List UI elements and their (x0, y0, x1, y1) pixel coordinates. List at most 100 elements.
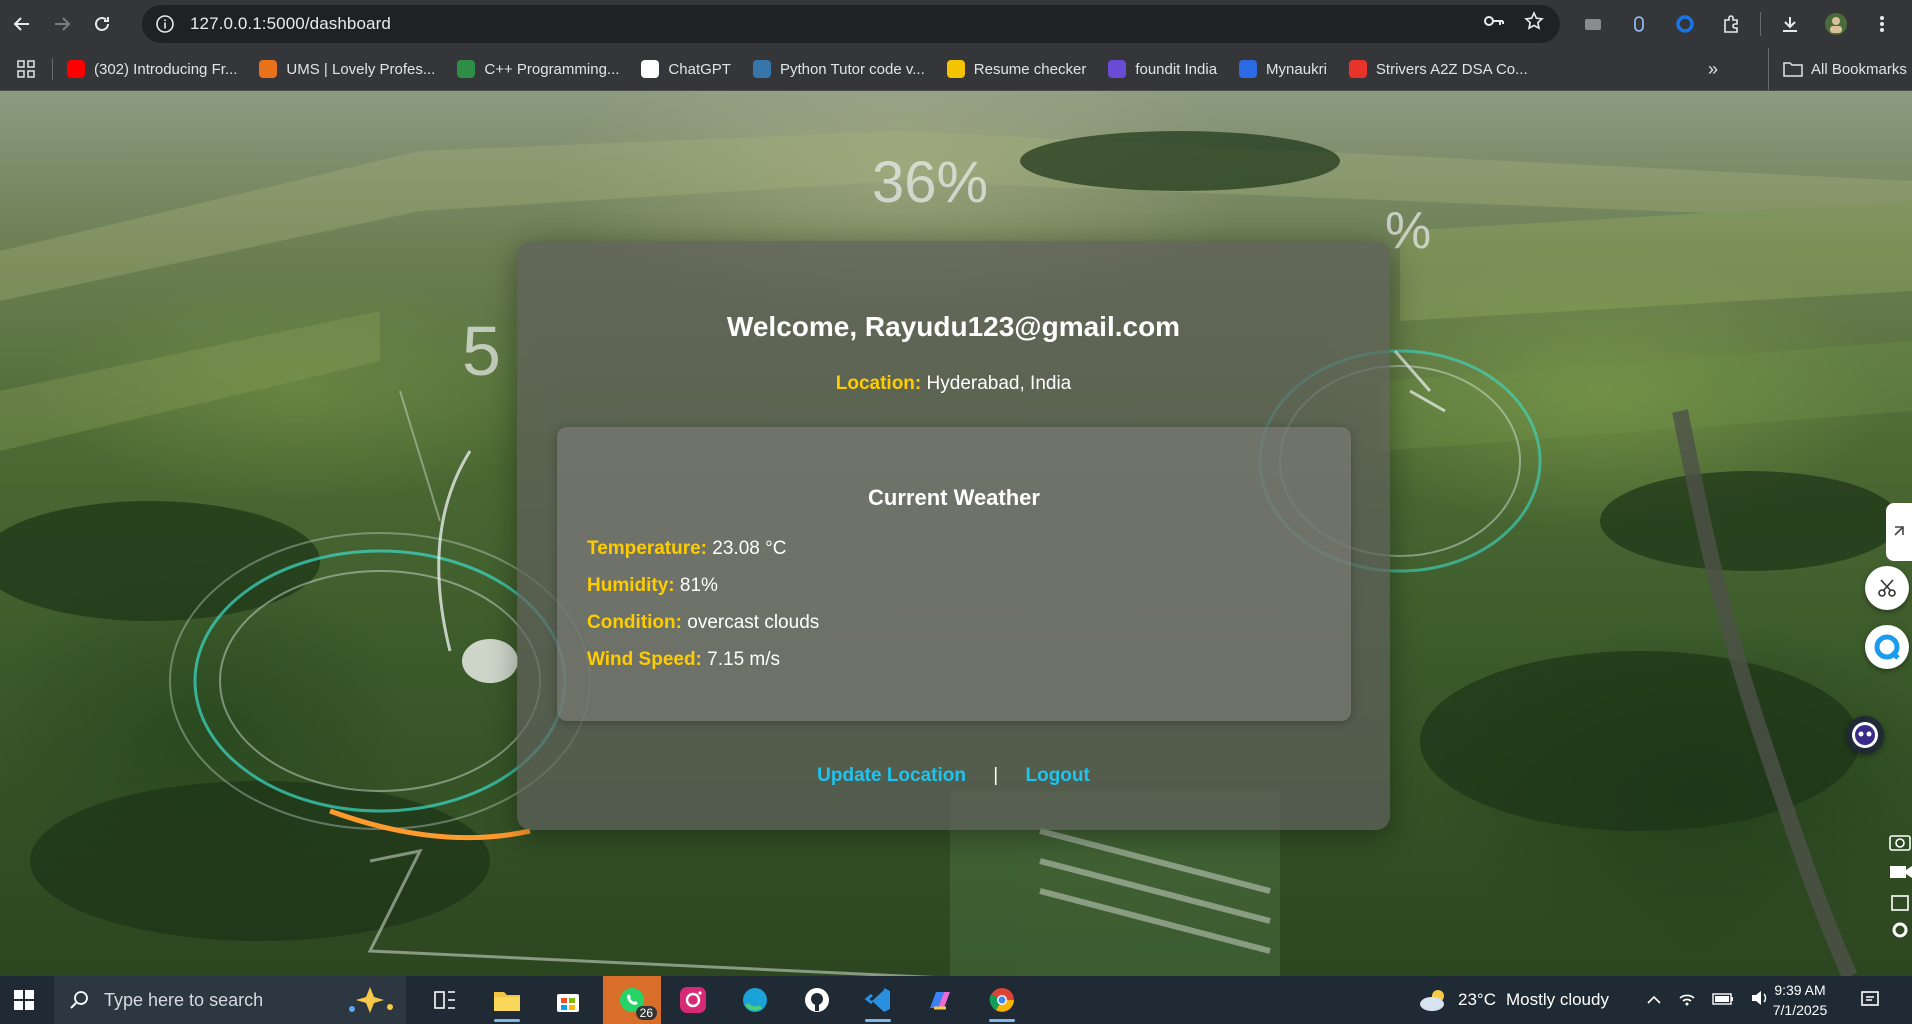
site-info-icon[interactable] (152, 11, 178, 37)
all-bookmarks-button[interactable]: All Bookmarks (1768, 48, 1907, 90)
wifi-icon[interactable] (1678, 990, 1696, 1011)
wind-speed-label: Wind Speed: (587, 649, 702, 670)
update-location-link[interactable]: Update Location (817, 765, 966, 786)
bookmarks-divider (52, 58, 53, 80)
back-button[interactable] (4, 6, 40, 42)
clock-date: 7/1/2025 (1772, 1002, 1828, 1018)
lpu-icon (259, 60, 278, 78)
resume-icon (946, 60, 965, 78)
apps-grid-icon[interactable] (0, 48, 52, 90)
temperature-row: Temperature: 23.08 °C (587, 538, 786, 560)
bookmarks-bar: (302) Introducing Fr... UMS | Lovely Prof… (0, 48, 1912, 91)
clock-time: 9:39 AM (1774, 982, 1826, 998)
bookmark-item[interactable]: UMS | Lovely Profes... (259, 60, 435, 78)
instagram-icon (680, 987, 706, 1013)
bookmark-label: Strivers A2Z DSA Co... (1375, 60, 1528, 78)
arrow-left-icon (13, 17, 29, 31)
welcome-heading: Welcome, Rayudu123@gmail.com (726, 311, 1181, 342)
location-line: Location: Hyderabad, India (517, 373, 1390, 395)
bookmark-label: ChatGPT (668, 60, 731, 78)
condition-value: overcast clouds (687, 612, 820, 633)
reload-button[interactable] (84, 6, 120, 42)
vscode-app[interactable] (853, 976, 903, 1024)
start-button[interactable] (0, 976, 48, 1024)
wind-speed-value: 7.15 m/s (707, 649, 781, 670)
bot-button[interactable] (1846, 716, 1884, 754)
extension-mouse-icon[interactable] (1616, 0, 1662, 48)
video-icon (1890, 866, 1912, 878)
whatsapp-app[interactable]: 26 (603, 976, 661, 1024)
weather-title: Current Weather (868, 485, 1040, 510)
bookmark-item[interactable]: Python Tutor code v... (752, 60, 925, 78)
windows-logo-icon (14, 990, 34, 1010)
location-value: Hyderabad, India (926, 373, 1072, 394)
taskbar-clock[interactable]: 9:39 AM 7/1/2025 (1760, 980, 1840, 1020)
bookmark-label: Mynaukri (1266, 60, 1327, 78)
browser-menu-icon[interactable] (1859, 0, 1905, 48)
profile-avatar-icon[interactable] (1813, 0, 1859, 48)
forward-button[interactable] (44, 6, 80, 42)
condition-label: Condition: (587, 612, 682, 633)
notifications-button[interactable] (1860, 976, 1880, 1024)
bookmark-item[interactable]: Resume checker (946, 60, 1087, 78)
logout-link[interactable]: Logout (1025, 765, 1089, 786)
bookmark-item[interactable]: (302) Introducing Fr... (67, 60, 237, 78)
bookmark-star-icon[interactable] (1524, 11, 1544, 37)
bookmark-item[interactable]: C++ Programming... (457, 60, 619, 78)
split-arrows-icon (1894, 526, 1904, 536)
page-background: 36% % 5 Welcome, Rayudu123@gmail.com Loc… (0, 91, 1912, 976)
gear-icon (1892, 922, 1908, 938)
whatsapp-badge: 26 (635, 1006, 657, 1020)
tab-search-icon[interactable] (1570, 0, 1616, 48)
hud-percent-right: % (1385, 202, 1432, 260)
bot-face-icon (1852, 722, 1878, 748)
python-icon (752, 60, 771, 78)
bookmark-label: Resume checker (973, 60, 1087, 78)
arrow-right-icon (55, 17, 71, 31)
sparkle-icon (349, 987, 393, 1013)
task-view-icon (434, 991, 455, 1009)
password-key-icon[interactable] (1482, 11, 1506, 37)
edge-app[interactable] (730, 976, 780, 1024)
chevron-up-icon[interactable] (1646, 990, 1662, 1010)
assistant-button[interactable] (1865, 625, 1909, 669)
cloud-sun-icon (1420, 990, 1444, 1011)
github-icon (805, 988, 829, 1012)
battery-icon[interactable] (1712, 990, 1734, 1010)
bookmark-item[interactable]: ChatGPT (641, 60, 731, 78)
taskbar-search[interactable]: Type here to search (54, 976, 406, 1024)
weather-widget[interactable]: 23°C Mostly cloudy (1418, 976, 1609, 1024)
mynaukri-icon (1239, 60, 1258, 78)
tuf-icon (1348, 60, 1367, 78)
bookmark-label: UMS | Lovely Profes... (286, 60, 436, 78)
humidity-value: 81% (679, 575, 718, 596)
active-indicator (865, 1019, 891, 1022)
humidity-row: Humidity: 81% (587, 575, 718, 597)
task-view-button[interactable] (420, 976, 470, 1024)
address-bar[interactable]: 127.0.0.1:5000/dashboard (142, 5, 1560, 43)
instagram-app[interactable] (668, 976, 718, 1024)
bookmark-label: C++ Programming... (484, 60, 620, 78)
downloads-icon[interactable] (1767, 0, 1813, 48)
extension-ring-icon[interactable] (1662, 0, 1708, 48)
file-explorer-app[interactable] (482, 976, 532, 1024)
screen-tools-dock (1872, 820, 1912, 976)
store-app[interactable] (543, 976, 593, 1024)
copilot-app[interactable] (915, 976, 965, 1024)
bookmark-item[interactable]: Mynaukri (1239, 60, 1327, 78)
copilot-icon (930, 992, 950, 1010)
system-tray (1646, 976, 1770, 1024)
github-app[interactable] (792, 976, 842, 1024)
extensions-puzzle-icon[interactable] (1708, 0, 1754, 48)
url-text[interactable]: 127.0.0.1:5000/dashboard (190, 14, 391, 34)
hud-percent-top: 36% (872, 150, 989, 215)
chrome-app[interactable] (977, 976, 1027, 1024)
reload-icon (95, 16, 109, 31)
bookmark-item[interactable]: Strivers A2Z DSA Co... (1348, 60, 1528, 78)
bookmark-label: Python Tutor code v... (779, 60, 925, 78)
condition-row: Condition: overcast clouds (587, 612, 819, 634)
side-panel-tab[interactable] (1886, 503, 1912, 561)
bookmark-item[interactable]: foundit India (1108, 60, 1217, 78)
scissors-button[interactable] (1865, 566, 1909, 610)
bookmarks-overflow-icon[interactable]: » (1708, 48, 1718, 90)
